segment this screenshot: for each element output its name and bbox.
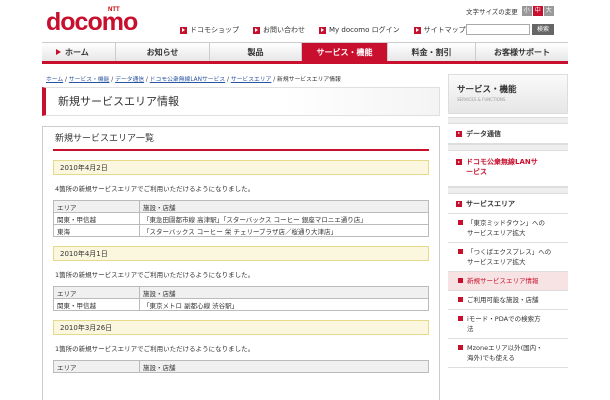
breadcrumb-wifi[interactable]: ドコモ公衆無線LANサービス (150, 77, 225, 83)
breadcrumb: ホーム / サービス・機能 / データ通信 / ドコモ公衆無線LANサービス /… (46, 77, 341, 83)
util-link-contact[interactable]: お問い合わせ (253, 25, 305, 35)
util-link-mydocomo[interactable]: My docomo ログイン (319, 25, 400, 35)
bullet-icon (458, 316, 463, 321)
sidebar-cat-area[interactable]: サービスエリア (448, 194, 568, 214)
arrow-icon (456, 130, 462, 137)
font-size-label: 文字サイズの変更 (466, 8, 518, 16)
sidebar-item-facilities[interactable]: ご利用可能な施設・店舗 (448, 291, 568, 310)
section-title: 新規サービスエリア一覧 (53, 127, 429, 151)
table-row: 東海 「スターバックス コーヒー 栄 チェリーブラザ店／桜通り大津店」 (53, 224, 429, 237)
util-link-shop[interactable]: ドコモショップ (180, 25, 239, 35)
breadcrumb-current: 新規サービスエリア情報 (277, 77, 341, 83)
table-row: 関東・甲信越 「東京メトロ 副都心線 渋谷駅」 (53, 298, 429, 311)
font-size-medium-button[interactable]: 中 (532, 6, 543, 16)
arrow-icon (319, 26, 326, 34)
divider (448, 187, 568, 194)
table-header-row: エリア 施設・店舗 (53, 286, 429, 299)
sidebar-item-tsukuba[interactable]: 「つくばエクスプレス」への サービスエリア拡大 (448, 243, 568, 272)
bullet-icon (458, 249, 463, 254)
search-input[interactable] (466, 24, 530, 35)
bullet-icon (458, 278, 463, 283)
logo-ntt: NTT (108, 7, 120, 13)
util-link-sitemap[interactable]: サイトマップ (413, 25, 466, 35)
sidebar-item-mzone[interactable]: Mzoneエリア以外(国内・ 海外)でも使える (448, 339, 568, 368)
sidebar-cat-data[interactable]: データ通信 (448, 124, 568, 144)
nav-services[interactable]: サービス・機能 (302, 43, 388, 61)
breadcrumb-data[interactable]: データ通信 (115, 77, 144, 83)
notice-text: 4箇所の新規サービスエリアでご利用いただけるようになりました。 (55, 185, 255, 193)
arrow-icon (253, 26, 260, 34)
date-heading: 2010年4月2日 (53, 160, 429, 175)
notice-text: 1箇所の新規サービスエリアでご利用いただけるようになりました。 (55, 345, 255, 353)
area-table: エリア 施設・店舗 関東・甲信越 「東京メトロ 副都心線 渋谷駅」 (53, 286, 429, 311)
bullet-icon (458, 220, 463, 225)
table-row: 関東・甲信越 「東急田園都市線 高津駅」「スターバックス コーヒー 銀座マロニエ通… (53, 212, 429, 225)
arrow-icon (413, 26, 421, 34)
page-title: 新規サービスエリア情報 (42, 87, 440, 116)
nav-news[interactable]: お知らせ (116, 43, 210, 61)
search-button[interactable]: 検索 (532, 24, 554, 35)
global-nav: ホーム お知らせ 製品 サービス・機能 料金・割引 お客様サポート (42, 42, 568, 64)
area-table: エリア 施設・店舗 (53, 360, 429, 373)
arrow-icon (456, 159, 462, 165)
sidebar-title: サービス・機能 SERVICES & FUNCTIONS (448, 74, 568, 114)
area-list-section: 新規サービスエリア一覧 2010年4月2日 4箇所の新規サービスエリアでご利用い… (42, 126, 440, 400)
font-size-switcher: 文字サイズの変更 小 中 大 (466, 6, 554, 16)
sidebar-cat-wifi[interactable]: ドコモ公衆無線LANサ ービス (448, 151, 568, 187)
table-header-row: エリア 施設・店舗 (53, 200, 429, 213)
breadcrumb-home[interactable]: ホーム (46, 77, 63, 83)
area-table: エリア 施設・店舗 関東・甲信越 「東急田園都市線 高津駅」「スターバックス コーヒ… (53, 200, 429, 237)
sidebar-subtitle: SERVICES & FUNCTIONS (457, 97, 506, 102)
font-size-large-button[interactable]: 大 (543, 6, 554, 16)
nav-support[interactable]: お客様サポート (476, 43, 568, 61)
home-arrow-icon (56, 49, 61, 55)
breadcrumb-area[interactable]: サービスエリア (231, 77, 272, 83)
sidebar-item-midtown[interactable]: 「東京ミッドタウン」への サービスエリア拡大 (448, 214, 568, 243)
sidebar-title-text: サービス・機能 (457, 85, 517, 95)
breadcrumb-services[interactable]: サービス・機能 (69, 77, 110, 83)
bullet-icon (458, 345, 463, 350)
notice-text: 1箇所の新規サービスエリアでご利用いただけるようになりました。 (55, 271, 255, 279)
table-header-row: エリア 施設・店舗 (53, 360, 429, 373)
sidebar: サービス・機能 SERVICES & FUNCTIONS データ通信 ドコモ公衆… (448, 74, 568, 400)
nav-home[interactable]: ホーム (42, 43, 116, 61)
date-heading: 2010年3月26日 (53, 320, 429, 335)
docomo-logo[interactable]: NTT docomo (46, 7, 138, 36)
divider (448, 144, 568, 151)
header: NTT docomo ドコモショップ お問い合わせ My docomo ログイン… (0, 0, 610, 42)
bullet-icon (458, 297, 463, 302)
utility-links: ドコモショップ お問い合わせ My docomo ログイン サイトマップ (180, 25, 480, 35)
sidebar-item-imode-search[interactable]: iモード・PDAでの検索方法 (448, 310, 568, 339)
nav-products[interactable]: 製品 (210, 43, 302, 61)
main-content: 新規サービスエリア情報 新規サービスエリア一覧 2010年4月2日 4箇所の新規… (42, 84, 440, 400)
sidebar-item-new-area[interactable]: 新規サービスエリア情報 (448, 272, 568, 291)
logo-text: docomo (46, 8, 138, 36)
arrow-icon (180, 26, 187, 34)
arrow-icon (456, 200, 462, 207)
divider (448, 117, 568, 124)
nav-pricing[interactable]: 料金・割引 (388, 43, 476, 61)
search-box: 検索 (466, 24, 554, 35)
font-size-small-button[interactable]: 小 (521, 6, 532, 16)
date-heading: 2010年4月1日 (53, 246, 429, 261)
